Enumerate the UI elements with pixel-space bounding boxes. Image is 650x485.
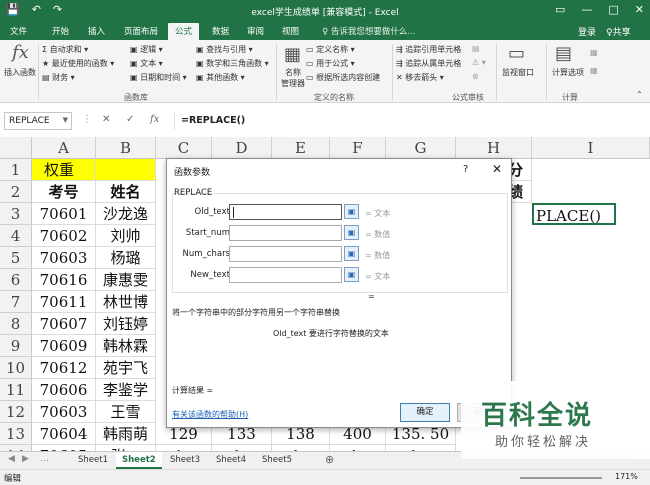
function-name: REPLACE [174,188,213,198]
collapse-dialog-button[interactable]: ▣ [344,225,359,240]
watermark-subtitle: 助你轻松解决 [495,435,592,450]
collapse-dialog-button[interactable]: ▣ [344,267,359,282]
start-num-input[interactable] [229,225,342,241]
zoom-slider[interactable] [520,477,602,479]
result-equals: = [368,292,375,301]
status-mode: 编辑 [4,474,22,484]
collapse-dialog-button[interactable]: ▣ [344,204,359,219]
excel-window: 💾 ↶ ↷ excel学生成绩单 [兼容模式] - Excel ▭ — □ ✕ … [0,0,650,485]
zoom-level[interactable]: 171% [615,472,638,481]
help-icon[interactable]: ? [463,164,468,175]
arg-label-start-num: Start_num [185,228,230,238]
status-bar: 编辑 171% [0,469,650,485]
arg-type-old-text: = 文本 [365,209,391,218]
arg-label-new-text: New_text [190,270,230,280]
new-text-input[interactable] [229,267,342,283]
collapse-dialog-button[interactable]: ▣ [344,246,359,261]
close-icon[interactable]: ✕ [492,162,502,176]
arg-type-num-chars: = 数值 [365,251,391,260]
prev-sheet-icon[interactable]: ◀ [8,454,15,464]
function-help-link[interactable]: 有关该函数的帮助(H) [172,409,248,420]
old-text-input[interactable] [229,204,342,220]
watermark-logo: 百科全说 助你轻松解决 [461,381,650,459]
arg-label-old-text: Old_text [194,207,230,217]
calculation-result: 计算结果 = [172,386,214,395]
arg-label-num-chars: Num_chars [182,249,230,259]
arg-type-new-text: = 文本 [365,272,391,281]
new-sheet-button[interactable]: ⊕ [325,453,334,466]
sheet-tab-3[interactable]: Sheet3 [164,452,206,469]
ok-button[interactable]: 确定 [400,403,450,422]
sheet-tab-2[interactable]: Sheet2 [116,452,162,469]
watermark-title: 百科全说 [481,401,594,431]
caret [233,207,234,218]
num-chars-input[interactable] [229,246,342,262]
sheet-tab-5[interactable]: Sheet5 [256,452,298,469]
function-description: 将一个字符串中的部分字符用另一个字符串替换 [172,308,340,317]
dialog-title: 函数参数 [174,168,211,178]
sheet-tab-4[interactable]: Sheet4 [210,452,252,469]
more-sheets-icon[interactable]: … [40,454,49,464]
sheet-tab-1[interactable]: Sheet1 [72,452,114,469]
parameter-description: Old_text 要进行字符替换的文本 [273,329,389,338]
next-sheet-icon[interactable]: ▶ [22,454,29,464]
arg-type-start-num: = 数值 [365,230,391,239]
